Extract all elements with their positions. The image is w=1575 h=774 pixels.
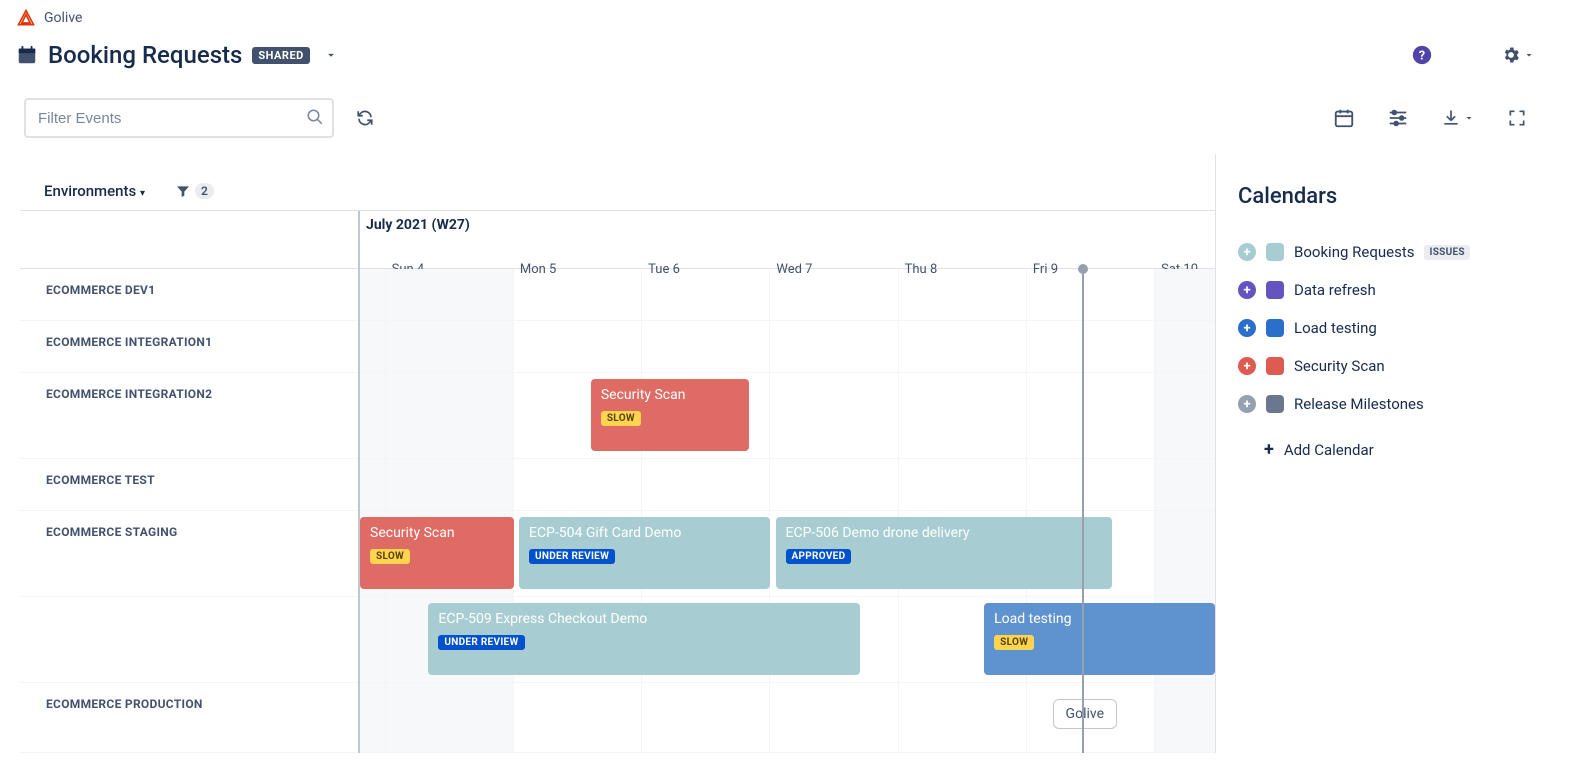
breadcrumb: Golive bbox=[0, 0, 1575, 36]
timeline-row: ECP-509 Express Checkout Demo UNDER REVIE… bbox=[360, 597, 1215, 683]
add-event-icon[interactable]: + bbox=[1238, 395, 1256, 413]
funnel-icon bbox=[175, 183, 191, 199]
calendar-item[interactable]: + Security Scan bbox=[1238, 347, 1575, 385]
event-block[interactable]: ECP-504 Gift Card Demo UNDER REVIEW bbox=[519, 517, 770, 589]
calendar-name: Release Milestones bbox=[1294, 395, 1424, 413]
svg-text:?: ? bbox=[1419, 49, 1425, 64]
calendar-color bbox=[1266, 281, 1284, 299]
timeline-row bbox=[360, 321, 1215, 373]
calendar-color bbox=[1266, 243, 1284, 261]
settings-sliders-icon[interactable] bbox=[1383, 103, 1413, 133]
app-logo-icon bbox=[16, 8, 36, 28]
page-title: Booking Requests bbox=[48, 41, 242, 69]
filter-events-wrap bbox=[24, 98, 334, 138]
add-event-icon[interactable]: + bbox=[1238, 357, 1256, 375]
event-status-badge: APPROVED bbox=[786, 549, 852, 564]
calendar-name: Data refresh bbox=[1294, 281, 1376, 299]
event-block[interactable]: ECP-509 Express Checkout Demo UNDER REVIE… bbox=[428, 603, 860, 675]
event-status-badge: SLOW bbox=[994, 635, 1034, 650]
filter-chip[interactable]: 2 bbox=[175, 183, 214, 199]
calendar-color bbox=[1266, 395, 1284, 413]
calendar-name: Security Scan bbox=[1294, 357, 1385, 375]
calendar-name: Load testing bbox=[1294, 319, 1377, 337]
page-header: Booking Requests SHARED ? bbox=[0, 36, 1575, 82]
event-title: ECP-504 Gift Card Demo bbox=[529, 525, 760, 541]
filter-count: 2 bbox=[195, 183, 214, 199]
environment-row-label bbox=[20, 597, 358, 683]
calendar-item[interactable]: + Booking Requests ISSUES bbox=[1238, 233, 1575, 271]
fullscreen-icon[interactable] bbox=[1503, 104, 1531, 132]
event-status-badge: SLOW bbox=[601, 411, 641, 426]
event-block[interactable]: ECP-506 Demo drone delivery APPROVED bbox=[776, 517, 1113, 589]
search-icon[interactable] bbox=[306, 108, 324, 126]
event-title: ECP-506 Demo drone delivery bbox=[786, 525, 1103, 541]
environment-row-label: ECOMMERCE TEST bbox=[20, 459, 358, 511]
settings-icon[interactable] bbox=[1497, 41, 1539, 69]
month-label: July 2021 (W27) bbox=[366, 217, 470, 233]
event-status-badge: UNDER REVIEW bbox=[438, 635, 524, 650]
calendar-item[interactable]: + Release Milestones bbox=[1238, 385, 1575, 423]
milestone-marker[interactable]: Golive bbox=[1053, 699, 1117, 729]
calendar-view-icon[interactable] bbox=[1329, 103, 1359, 133]
event-block[interactable]: Security Scan SLOW bbox=[360, 517, 514, 589]
event-title: Load testing bbox=[994, 611, 1205, 627]
refresh-icon[interactable] bbox=[352, 105, 378, 131]
timeline-row bbox=[360, 269, 1215, 321]
environment-row-label: ECOMMERCE DEV1 bbox=[20, 269, 358, 321]
event-block[interactable]: Security Scan SLOW bbox=[591, 379, 749, 451]
calendar-color bbox=[1266, 357, 1284, 375]
calendar-icon bbox=[16, 44, 38, 66]
event-title: Security Scan bbox=[601, 387, 739, 403]
shared-badge: SHARED bbox=[252, 47, 309, 64]
filter-events-input[interactable] bbox=[24, 98, 334, 138]
issues-badge: ISSUES bbox=[1424, 245, 1469, 260]
title-dropdown[interactable] bbox=[320, 44, 342, 66]
calendars-title: Calendars bbox=[1238, 184, 1575, 209]
calendar-name: Booking Requests bbox=[1294, 243, 1414, 261]
toolbar bbox=[0, 82, 1575, 154]
environment-row-label: ECOMMERCE STAGING bbox=[20, 511, 358, 597]
timeline-row: Security Scan SLOW ECP-504 Gift Card Demo U… bbox=[360, 511, 1215, 597]
calendar-item[interactable]: + Load testing bbox=[1238, 309, 1575, 347]
add-event-icon[interactable]: + bbox=[1238, 281, 1256, 299]
environment-row-label: ECOMMERCE INTEGRATION1 bbox=[20, 321, 358, 373]
timeline-row: Golive bbox=[360, 683, 1215, 753]
event-title: ECP-509 Express Checkout Demo bbox=[438, 611, 850, 627]
now-indicator bbox=[1082, 269, 1084, 753]
download-icon[interactable] bbox=[1437, 104, 1479, 132]
timeline-row bbox=[360, 459, 1215, 511]
environment-row-label: ECOMMERCE INTEGRATION2 bbox=[20, 373, 358, 459]
environments-dropdown[interactable]: Environments ▾ bbox=[44, 182, 145, 200]
event-block[interactable]: Load testing SLOW bbox=[984, 603, 1215, 675]
event-title: Security Scan bbox=[370, 525, 504, 541]
calendar-color bbox=[1266, 319, 1284, 337]
add-calendar-button[interactable]: + Add Calendar bbox=[1238, 423, 1575, 460]
event-status-badge: SLOW bbox=[370, 549, 410, 564]
environment-row-label: ECOMMERCE PRODUCTION bbox=[20, 683, 358, 753]
help-icon[interactable]: ? bbox=[1407, 40, 1437, 70]
calendar-item[interactable]: + Data refresh bbox=[1238, 271, 1575, 309]
app-name[interactable]: Golive bbox=[44, 10, 82, 26]
timeline-row: Security Scan SLOW bbox=[360, 373, 1215, 459]
add-event-icon[interactable]: + bbox=[1238, 319, 1256, 337]
plus-icon: + bbox=[1264, 439, 1274, 460]
add-event-icon[interactable]: + bbox=[1238, 243, 1256, 261]
chevron-down-icon: ▾ bbox=[140, 188, 145, 199]
event-status-badge: UNDER REVIEW bbox=[529, 549, 615, 564]
